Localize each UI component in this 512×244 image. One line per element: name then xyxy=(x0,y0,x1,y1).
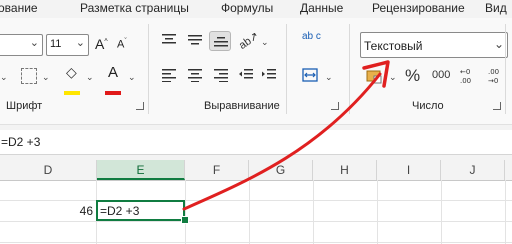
annotation-arrow xyxy=(182,60,390,211)
